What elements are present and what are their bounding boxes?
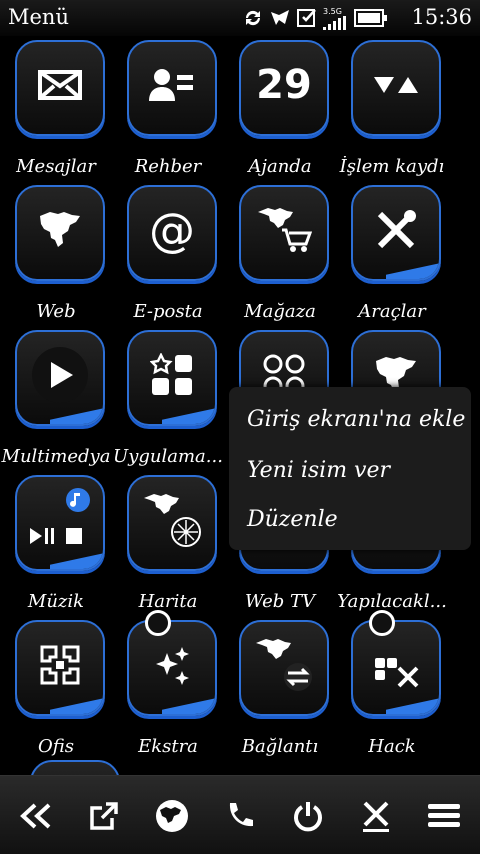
network-type: 3.5G: [323, 6, 342, 16]
app-label: Multimedya: [1, 446, 111, 467]
phone-button[interactable]: [220, 796, 260, 836]
app-tile[interactable]: 29: [239, 40, 329, 136]
app-tile[interactable]: [127, 620, 217, 716]
app-tile[interactable]: [15, 185, 105, 281]
app-label: Yapılacakl...: [337, 591, 447, 612]
app-label: Mesajlar: [16, 156, 96, 177]
clock: 15:36: [411, 5, 472, 29]
log-icon: [374, 77, 418, 93]
app-label: Mağaza: [244, 301, 316, 322]
at-icon: @: [149, 203, 195, 257]
app-label: Web: [36, 301, 76, 322]
app-tile[interactable]: @: [127, 185, 217, 281]
menu-item-edit[interactable]: Düzenle: [247, 507, 338, 532]
app-maps[interactable]: Harita: [112, 471, 224, 616]
close-icon: [363, 801, 389, 832]
notification-icon: [271, 10, 289, 25]
context-menu: Giriş ekranı'na ekle Yeni isim ver Düzen…: [229, 387, 471, 550]
menu-icon: [428, 804, 460, 827]
network-indicator: 3.5G: [323, 7, 349, 30]
globe-icon: [40, 212, 80, 247]
page-title: Menü: [8, 5, 69, 29]
music-icon: [30, 488, 90, 544]
app-multimedia[interactable]: Multimedya: [0, 326, 112, 471]
app-label: Harita: [138, 591, 198, 612]
app-tile[interactable]: [351, 185, 441, 281]
globe-button[interactable]: [152, 796, 192, 836]
app-tile[interactable]: [351, 40, 441, 136]
app-tile-partial[interactable]: [30, 760, 120, 776]
contacts-icon: [149, 69, 193, 101]
app-messages[interactable]: Mesajlar: [0, 36, 112, 181]
app-label: Araçlar: [358, 301, 426, 322]
sync-icon: [245, 10, 261, 26]
back-icon: [20, 803, 51, 829]
app-tile[interactable]: [15, 475, 105, 571]
signal-icon: [323, 15, 346, 30]
open-button[interactable]: [84, 796, 124, 836]
app-tile[interactable]: [15, 40, 105, 136]
app-office[interactable]: Ofis: [0, 616, 112, 761]
app-label: Hack: [368, 736, 416, 757]
app-tile[interactable]: [351, 620, 441, 716]
app-label: Ofis: [38, 736, 74, 757]
app-label: İşlem kaydı: [339, 156, 445, 177]
app-label: Ekstra: [138, 736, 198, 757]
app-connectivity[interactable]: Bağlantı: [224, 616, 336, 761]
app-label: Uygulama...: [113, 446, 223, 467]
power-button[interactable]: [288, 796, 328, 836]
app-label: Web TV: [245, 591, 315, 612]
map-icon: [144, 494, 201, 547]
close-button[interactable]: [356, 796, 396, 836]
app-music[interactable]: Müzik: [0, 471, 112, 616]
envelope-icon: [38, 70, 82, 100]
app-email[interactable]: @ E-posta: [112, 181, 224, 326]
bottom-toolbar: [0, 775, 480, 854]
app-tile[interactable]: [239, 185, 329, 281]
app-label: Müzik: [27, 591, 85, 612]
menu-button[interactable]: [424, 796, 464, 836]
app-tile[interactable]: [15, 620, 105, 716]
app-tile[interactable]: [15, 330, 105, 426]
apps-icon: [150, 353, 192, 395]
selection-marker: [145, 610, 171, 636]
app-store[interactable]: Mağaza: [224, 181, 336, 326]
app-calendar[interactable]: 29 Ajanda: [224, 36, 336, 181]
play-icon: [32, 347, 88, 403]
office-icon: [40, 645, 80, 685]
app-tile[interactable]: [239, 620, 329, 716]
app-hack[interactable]: Hack: [336, 610, 448, 761]
battery-icon: [354, 9, 387, 27]
globe-icon: [156, 800, 188, 832]
app-applications[interactable]: Uygulama...: [112, 326, 224, 471]
app-tile[interactable]: [127, 475, 217, 571]
phone-icon: [229, 803, 253, 827]
app-label: Rehber: [134, 156, 202, 177]
app-web[interactable]: Web: [0, 181, 112, 326]
sparkle-icon: [156, 647, 189, 685]
message-icon: [297, 9, 316, 27]
app-label: E-posta: [133, 301, 203, 322]
app-tile[interactable]: [127, 40, 217, 136]
connect-icon: [256, 639, 312, 691]
power-icon: [294, 802, 322, 832]
store-icon: [258, 208, 312, 252]
hack-icon: [375, 658, 419, 688]
tools-icon: [377, 210, 416, 249]
app-contacts[interactable]: Rehber: [112, 36, 224, 181]
selection-marker: [369, 610, 395, 636]
status-icons: 3.5G: [242, 6, 388, 30]
menu-item-add-to-home[interactable]: Giriş ekranı'na ekle: [247, 407, 465, 432]
app-tools[interactable]: Araçlar: [336, 181, 448, 326]
open-icon: [90, 802, 118, 830]
app-label: Bağlantı: [241, 736, 319, 757]
app-tile[interactable]: [127, 330, 217, 426]
app-label: Ajanda: [248, 156, 312, 177]
calendar-date: 29: [256, 62, 312, 108]
menu-item-rename[interactable]: Yeni isim ver: [247, 458, 390, 483]
app-log[interactable]: İşlem kaydı: [336, 36, 448, 181]
app-extras[interactable]: Ekstra: [112, 610, 224, 761]
status-bar: Menü 3.5G 15:36: [0, 0, 480, 36]
back-button[interactable]: [16, 796, 56, 836]
